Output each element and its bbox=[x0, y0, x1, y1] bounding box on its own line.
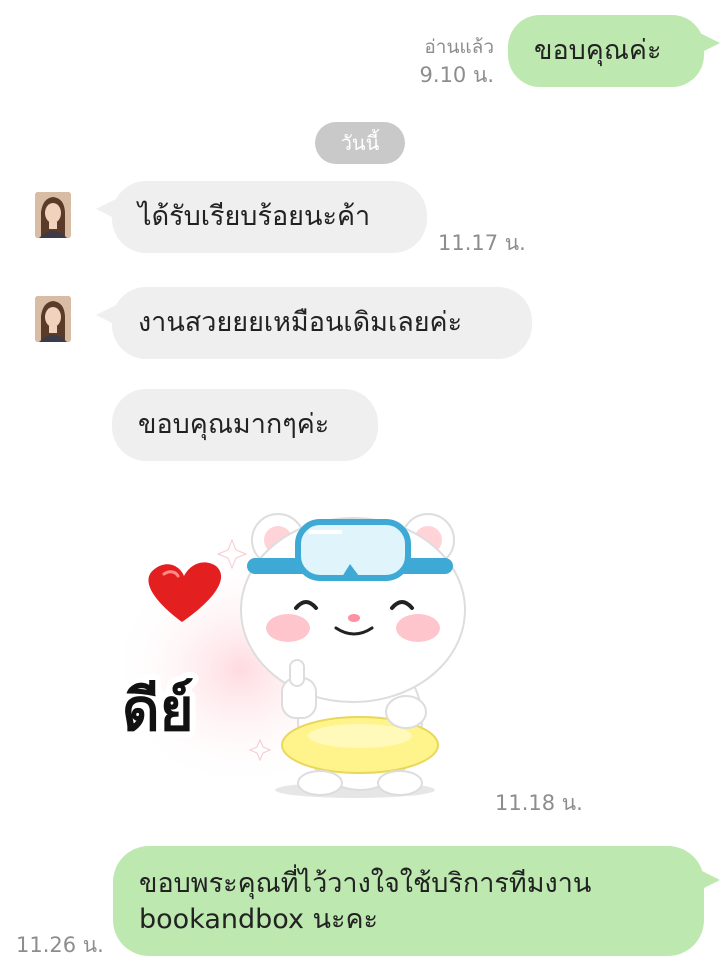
incoming-message-bubble[interactable]: งานสวยยยเหมือนเดิมเลยค่ะ bbox=[96, 287, 532, 359]
avatar-photo-icon bbox=[35, 192, 71, 238]
message-text: ขอบคุณค่ะ bbox=[534, 35, 662, 66]
outgoing-message-bubble[interactable]: ขอบพระคุณที่ไว้วางใจใช้บริการทีมงาน book… bbox=[113, 846, 720, 956]
contact-avatar[interactable] bbox=[35, 296, 71, 342]
message-time: 11.17 น. bbox=[438, 231, 526, 255]
avatar-photo-icon bbox=[35, 296, 71, 342]
message-time: 11.26 น. bbox=[16, 933, 104, 957]
chat-view: อ่านแล้ว 9.10 น. ขอบคุณค่ะ วันนี้ ได้รับ… bbox=[0, 0, 720, 960]
incoming-message-bubble[interactable]: ขอบคุณมากๆค่ะ bbox=[112, 389, 378, 461]
bubble-tail bbox=[96, 305, 116, 325]
contact-avatar[interactable] bbox=[35, 192, 71, 238]
read-receipt: อ่านแล้ว bbox=[424, 36, 494, 58]
sticker-word: ดีย์ bbox=[122, 676, 194, 744]
message-text: ขอบพระคุณที่ไว้วางใจใช้บริการทีมงาน bbox=[139, 868, 592, 899]
message-text: งานสวยยยเหมือนเดิมเลยค่ะ bbox=[138, 307, 463, 338]
bubble-tail bbox=[700, 870, 720, 890]
message-text: ขอบคุณมากๆค่ะ bbox=[138, 409, 330, 440]
message-time: 9.10 น. bbox=[419, 63, 494, 87]
bubble-tail bbox=[96, 199, 116, 219]
date-separator: วันนี้ bbox=[315, 122, 405, 164]
bubble-tail bbox=[700, 33, 720, 53]
incoming-message-bubble[interactable]: ได้รับเรียบร้อยนะค้า bbox=[96, 181, 427, 253]
message-text: bookandbox นะคะ bbox=[139, 904, 379, 935]
bear-sticker-icon: ดีย์ ดีย์ bbox=[110, 513, 466, 798]
message-time: 11.18 น. bbox=[495, 791, 583, 815]
sticker-message[interactable]: ดีย์ ดีย์ bbox=[110, 500, 470, 810]
message-text: ได้รับเรียบร้อยนะค้า bbox=[138, 201, 371, 232]
outgoing-message-bubble[interactable]: ขอบคุณค่ะ bbox=[508, 15, 720, 87]
